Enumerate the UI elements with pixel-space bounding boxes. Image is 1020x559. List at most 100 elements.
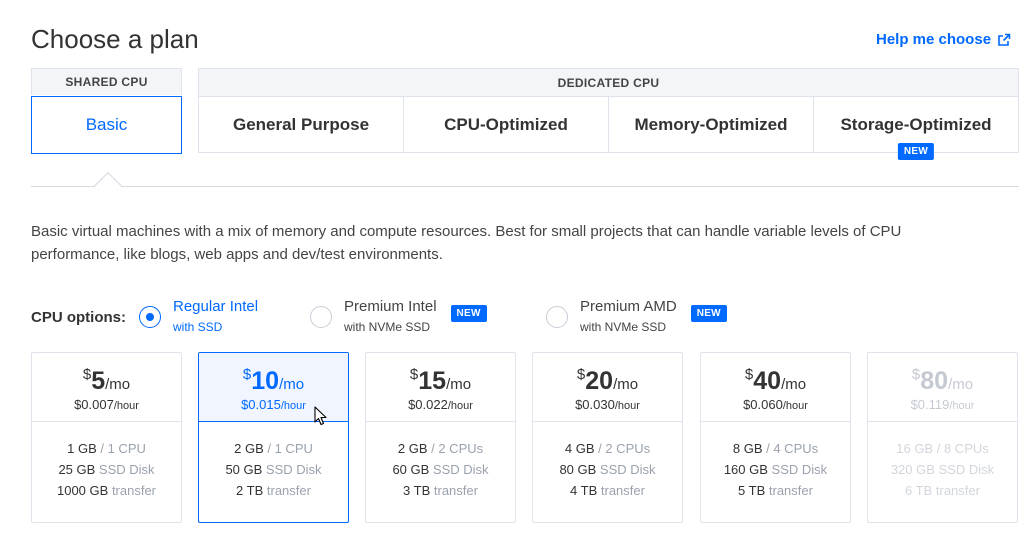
- dedicated-cpu-header: DEDICATED CPU: [198, 68, 1019, 97]
- new-badge: NEW: [690, 305, 727, 322]
- per-month: /mo: [279, 376, 305, 393]
- cpu-value: / 1 CPU: [100, 441, 146, 456]
- tab-label: Basic: [85, 115, 128, 134]
- disk-spec: 80 GB SSD Disk: [533, 459, 682, 480]
- tab-basic[interactable]: Basic: [31, 96, 182, 154]
- memory-cpu-spec: 16 GB / 8 CPUs: [868, 438, 1017, 459]
- plan-card-15[interactable]: $15/mo $0.022/hour 2 GB / 2 CPUs 60 GB S…: [365, 352, 516, 523]
- monthly-price: 5: [91, 367, 106, 395]
- transfer-unit: transfer: [111, 483, 157, 498]
- disk-value: 160 GB: [723, 462, 768, 477]
- transfer-value: 6 TB: [905, 483, 933, 498]
- disk-value: 80 GB: [559, 462, 597, 477]
- tab-general-purpose[interactable]: General Purpose: [198, 96, 404, 153]
- external-link-icon: [998, 33, 1011, 46]
- monthly-price: 10: [251, 367, 280, 395]
- memory-value: 2 GB: [397, 441, 428, 456]
- tab-cpu-optimized[interactable]: CPU-Optimized: [403, 96, 609, 153]
- option-title: Premium Intel: [344, 298, 437, 315]
- currency-symbol: $: [409, 366, 419, 383]
- currency-symbol: $: [744, 366, 754, 383]
- memory-cpu-spec: 2 GB / 1 CPU: [199, 438, 348, 459]
- cpu-options-label: CPU options:: [31, 309, 126, 326]
- plan-card-5[interactable]: $5/mo $0.007/hour 1 GB / 1 CPU 25 GB SSD…: [31, 352, 182, 523]
- per-hour: /hour: [949, 400, 975, 412]
- memory-cpu-spec: 1 GB / 1 CPU: [32, 438, 181, 459]
- disk-spec: 320 GB SSD Disk: [868, 459, 1017, 480]
- currency-symbol: $: [242, 366, 252, 383]
- cpu-value: / 8 CPUs: [936, 441, 989, 456]
- tab-label: General Purpose: [232, 114, 370, 134]
- per-month: /mo: [781, 376, 807, 393]
- tab-memory-optimized[interactable]: Memory-Optimized: [608, 96, 814, 153]
- cpu-option-premium-amd[interactable]: Premium AMD with NVMe SSD NEW: [546, 298, 727, 336]
- disk-value: 320 GB: [890, 462, 935, 477]
- radio-button[interactable]: [139, 306, 161, 328]
- disk-spec: 60 GB SSD Disk: [366, 459, 515, 480]
- memory-cpu-spec: 4 GB / 2 CPUs: [533, 438, 682, 459]
- disk-value: 60 GB: [392, 462, 430, 477]
- option-subtitle: with NVMe SSD: [580, 320, 667, 334]
- transfer-unit: transfer: [935, 483, 980, 498]
- per-hour: /hour: [280, 400, 306, 412]
- currency-symbol: $: [911, 366, 921, 383]
- shared-cpu-header: SHARED CPU: [31, 68, 182, 95]
- help-me-choose-link[interactable]: Help me choose: [876, 31, 1011, 48]
- cpu-option-regular-intel[interactable]: Regular Intel with SSD: [139, 298, 258, 336]
- per-month: /mo: [446, 376, 472, 393]
- currency-symbol: $: [576, 366, 586, 383]
- hourly-price: $0.030: [575, 397, 615, 412]
- transfer-value: 1000 GB: [56, 483, 109, 498]
- tab-storage-optimized[interactable]: Storage-Optimized NEW: [813, 96, 1019, 160]
- transfer-spec: 3 TB transfer: [366, 480, 515, 501]
- disk-spec: 160 GB SSD Disk: [701, 459, 850, 480]
- currency-symbol: $: [82, 366, 92, 383]
- option-title: Regular Intel: [173, 298, 259, 315]
- plan-card-10[interactable]: $10/mo $0.015/hour 2 GB / 1 CPU 50 GB SS…: [198, 352, 349, 523]
- transfer-value: 2 TB: [236, 483, 264, 498]
- help-link-label: Help me choose: [876, 31, 992, 48]
- active-tab-caret: [93, 171, 123, 201]
- option-subtitle: with SSD: [173, 320, 223, 334]
- plan-card-40[interactable]: $40/mo $0.060/hour 8 GB / 4 CPUs 160 GB …: [700, 352, 851, 523]
- transfer-spec: 5 TB transfer: [701, 480, 850, 501]
- disk-unit: SSD Disk: [771, 462, 828, 477]
- per-month: /mo: [948, 376, 974, 393]
- radio-button[interactable]: [546, 306, 568, 328]
- per-month: /mo: [105, 376, 131, 393]
- disk-unit: SSD Disk: [938, 462, 995, 477]
- disk-unit: SSD Disk: [599, 462, 656, 477]
- hourly-price: $0.007: [74, 397, 114, 412]
- cpu-value: / 2 CPUs: [431, 441, 484, 456]
- per-hour: /hour: [782, 400, 808, 412]
- tab-label: Memory-Optimized: [634, 114, 788, 134]
- cpu-value: / 4 CPUs: [766, 441, 819, 456]
- transfer-unit: transfer: [768, 483, 813, 498]
- transfer-spec: 6 TB transfer: [868, 480, 1017, 501]
- plan-card-20[interactable]: $20/mo $0.030/hour 4 GB / 2 CPUs 80 GB S…: [532, 352, 683, 523]
- plan-description: Basic virtual machines with a mix of mem…: [31, 223, 902, 263]
- cpu-value: / 2 CPUs: [598, 441, 651, 456]
- per-hour: /hour: [447, 400, 473, 412]
- disk-unit: SSD Disk: [432, 462, 489, 477]
- monthly-price: 40: [753, 367, 782, 395]
- radio-button[interactable]: [310, 306, 332, 328]
- new-badge: NEW: [897, 143, 935, 160]
- transfer-value: 4 TB: [570, 483, 598, 498]
- tab-label: Storage-Optimized: [840, 114, 992, 134]
- monthly-price: 15: [418, 367, 447, 395]
- memory-value: 4 GB: [564, 441, 595, 456]
- cpu-option-premium-intel[interactable]: Premium Intel with NVMe SSD NEW: [310, 298, 487, 336]
- transfer-value: 5 TB: [738, 483, 766, 498]
- disk-spec: 50 GB SSD Disk: [199, 459, 348, 480]
- per-hour: /hour: [614, 400, 640, 412]
- per-hour: /hour: [113, 400, 139, 412]
- disk-value: 25 GB: [58, 462, 96, 477]
- transfer-unit: transfer: [433, 483, 478, 498]
- hourly-price: $0.022: [408, 397, 448, 412]
- memory-cpu-spec: 8 GB / 4 CPUs: [701, 438, 850, 459]
- memory-value: 1 GB: [67, 441, 97, 456]
- new-badge: NEW: [450, 305, 487, 322]
- page-title: Choose a plan: [31, 24, 199, 54]
- hourly-price: $0.119: [910, 397, 950, 412]
